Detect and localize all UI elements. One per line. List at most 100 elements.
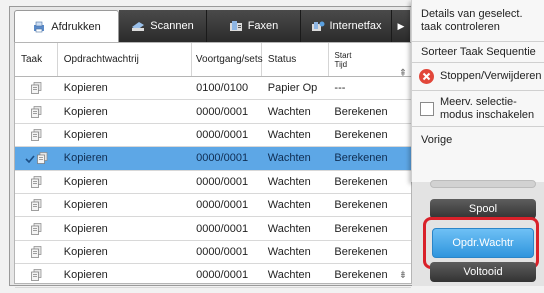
column-header-start-line2: Tijd <box>334 59 348 69</box>
menu-item-stop-delete[interactable]: Stoppen/Verwijderen <box>412 63 544 91</box>
tab-scannen-label: Scannen <box>150 20 194 32</box>
job-name-cell: Kopieren <box>63 222 108 235</box>
table-row[interactable]: Kopieren 0000/0001 Wachten Berekenen <box>15 100 411 124</box>
progress-cell: 0000/0001 <box>196 152 249 165</box>
tab-afdrukken-label: Afdrukken <box>51 20 101 33</box>
copy-job-icon <box>31 222 42 235</box>
job-type-cell <box>15 246 58 258</box>
job-name-cell: Kopieren <box>63 105 108 118</box>
progress-cell: 0000/0001 <box>196 105 249 118</box>
status-cell: Wachten <box>267 222 311 235</box>
job-type-cell <box>15 82 58 95</box>
scroll-down-icon[interactable]: ⇟ <box>396 268 410 282</box>
column-header-start-line1: Start <box>334 50 352 60</box>
stop-icon <box>419 69 434 84</box>
scroll-up-icon[interactable]: ⇞ <box>396 66 410 80</box>
menu-item-multi-select-label: Meerv. selectie-modus inschakelen <box>440 95 535 121</box>
job-type-cell <box>15 199 58 211</box>
tab-internetfax[interactable]: Internetfax <box>301 10 392 42</box>
table-row[interactable]: Kopieren 0000/0001 Wachten Berekenen <box>15 124 411 148</box>
copy-job-icon <box>31 129 42 141</box>
job-queue-table: Taak Opdrachtwachtrij Voortgang/sets Sta… <box>14 42 412 288</box>
job-name-cell: Kopieren <box>63 82 108 95</box>
menu-item-details[interactable]: Details van geselect. taak controleren <box>412 0 544 42</box>
spool-button-label: Spool <box>468 203 498 215</box>
table-row[interactable]: Kopieren 0000/0001 Wachten Berekenen <box>15 147 411 171</box>
action-menu: Details van geselect. taak controleren S… <box>411 0 544 182</box>
column-header-voortgang: Voortgang/sets <box>192 43 263 76</box>
tab-scannen[interactable]: Scannen <box>119 10 207 42</box>
job-type-tabs: Afdrukken Scannen Faxen Internetfax ▶ <box>14 10 410 42</box>
tab-afdrukken[interactable]: Afdrukken <box>14 10 119 42</box>
copy-job-icon <box>31 246 42 258</box>
tab-internetfax-label: Internetfax <box>329 20 382 32</box>
job-type-cell <box>15 175 58 188</box>
table-row[interactable]: Kopieren 0000/0001 Wachten Berekenen <box>15 264 411 288</box>
fax-icon <box>229 20 243 32</box>
progress-cell: 0000/0001 <box>196 175 249 188</box>
job-name-cell: Kopieren <box>63 128 108 141</box>
job-name-cell: Kopieren <box>63 199 108 212</box>
status-cell: Wachten <box>267 128 311 141</box>
job-name-cell: Kopieren <box>63 245 108 258</box>
status-cell: Wachten <box>267 175 311 188</box>
scanner-icon <box>131 20 145 32</box>
checkmark-icon <box>25 154 35 164</box>
internet-fax-icon <box>311 20 325 32</box>
progress-cell: 0000/0001 <box>196 199 249 212</box>
triangle-right-icon: ▶ <box>397 20 405 31</box>
menu-item-details-label: Details van geselect. taak controleren <box>421 7 523 33</box>
completed-button-label: Voltooid <box>463 266 503 278</box>
column-header-wachtrij: Opdrachtwachtrij <box>58 43 192 76</box>
status-cell: Wachten <box>267 199 311 212</box>
copy-job-icon <box>31 82 42 95</box>
menu-item-previous-label: Vorige <box>421 134 453 146</box>
copy-job-icon <box>31 199 42 211</box>
spool-button[interactable]: Spool <box>430 199 536 219</box>
menu-item-stop-delete-label: Stoppen/Verwijderen <box>440 70 542 82</box>
job-type-cell <box>15 269 58 282</box>
tab-faxen-label: Faxen <box>247 20 279 32</box>
table-body: Kopieren 0100/0100 Papier Op --- Kopieren 000… <box>15 77 411 288</box>
table-header: Taak Opdrachtwachtrij Voortgang/sets Sta… <box>15 43 411 77</box>
menu-item-sort-label: Sorteer Taak Sequentie <box>421 45 536 58</box>
job-type-cell <box>15 222 58 235</box>
tab-scroll-right-button[interactable]: ▶ <box>392 10 410 42</box>
progress-cell: 0000/0001 <box>196 269 249 282</box>
menu-item-multi-select[interactable]: Meerv. selectie-modus inschakelen <box>412 91 544 127</box>
table-row[interactable]: Kopieren 0000/0001 Wachten Berekenen <box>15 194 411 218</box>
printer-icon <box>32 21 46 33</box>
job-type-cell <box>15 105 58 118</box>
job-type-cell <box>15 152 58 165</box>
copy-job-icon <box>31 105 42 118</box>
column-header-taak: Taak <box>15 43 58 76</box>
table-row[interactable]: Kopieren 0000/0001 Wachten Berekenen <box>15 241 411 265</box>
progress-cell: 0000/0001 <box>196 245 249 258</box>
completed-button[interactable]: Voltooid <box>430 262 536 282</box>
progress-cell: 0100/0100 <box>196 82 249 95</box>
job-name-cell: Kopieren <box>63 269 108 282</box>
menu-item-previous[interactable]: Vorige <box>412 127 544 154</box>
job-name-cell: Kopieren <box>63 175 108 188</box>
queue-button-pane: Spool Opdr.Wachtr Voltooid <box>412 180 544 286</box>
table-row[interactable]: Kopieren 0000/0001 Wachten Berekenen <box>15 217 411 241</box>
copy-job-icon <box>31 269 42 282</box>
tab-faxen[interactable]: Faxen <box>207 10 301 42</box>
checkbox-icon <box>420 101 434 116</box>
column-header-status: Status <box>262 43 329 76</box>
table-row[interactable]: Kopieren 0100/0100 Papier Op --- <box>15 77 411 101</box>
status-cell: Wachten <box>267 152 311 165</box>
hidden-button-edge <box>430 180 536 188</box>
progress-cell: 0000/0001 <box>196 222 249 235</box>
status-cell: Wachten <box>267 269 311 282</box>
screen: Afdrukken Scannen Faxen Internetfax ▶ Ta… <box>0 0 544 293</box>
table-scrollbar[interactable]: ⇞ ⇟ <box>396 64 410 282</box>
job-type-cell <box>15 129 58 141</box>
status-cell: Papier Op <box>267 82 318 95</box>
progress-cell: 0000/0001 <box>196 128 249 141</box>
status-cell: Wachten <box>267 105 311 118</box>
copy-job-icon <box>37 152 48 165</box>
status-cell: Wachten <box>267 245 311 258</box>
table-row[interactable]: Kopieren 0000/0001 Wachten Berekenen <box>15 171 411 194</box>
menu-item-sort[interactable]: Sorteer Taak Sequentie <box>412 42 544 63</box>
